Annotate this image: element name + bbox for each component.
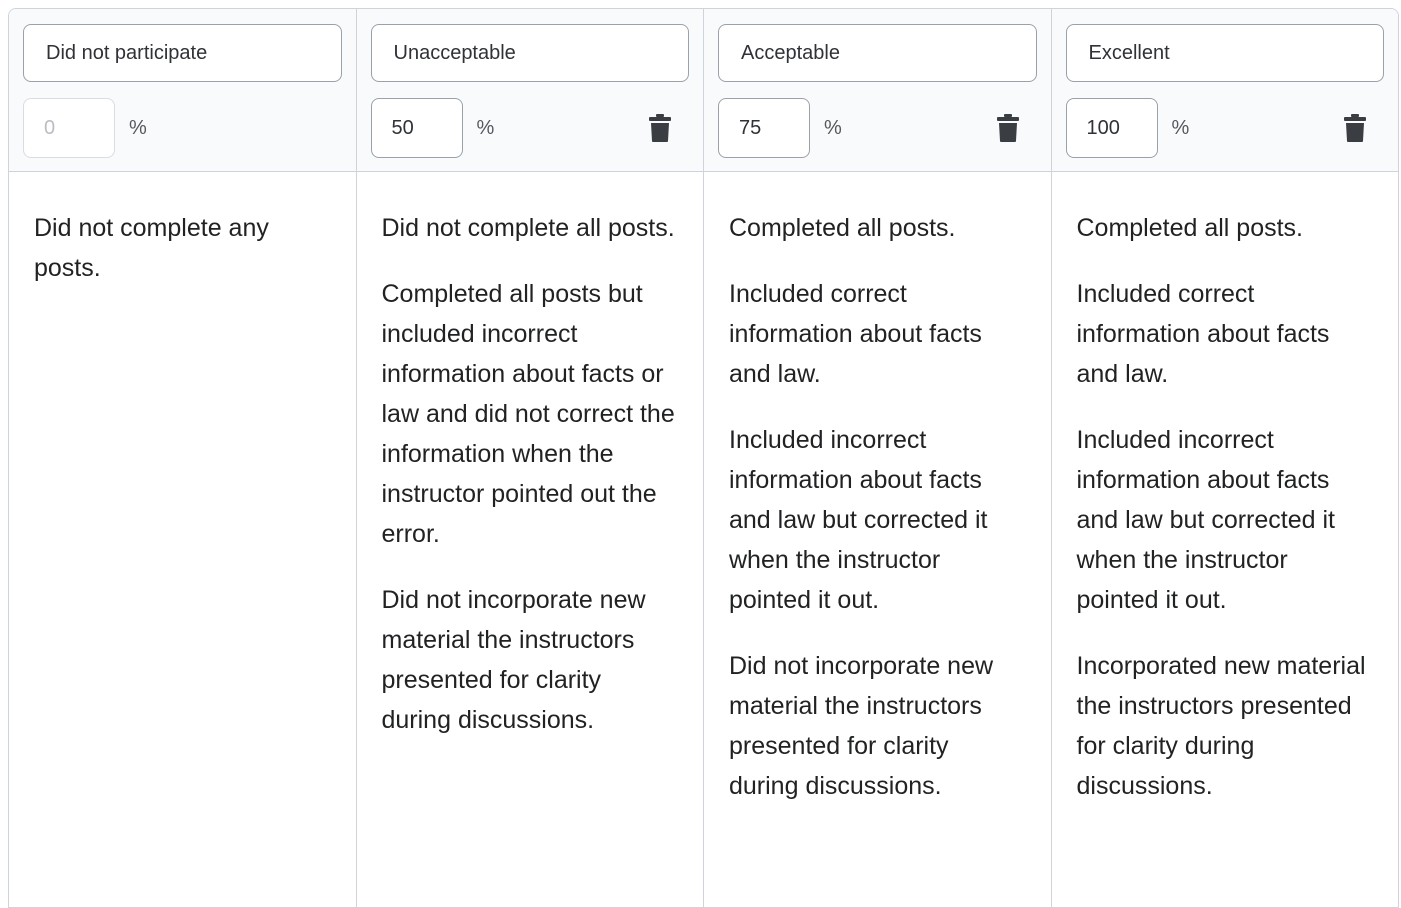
level-description[interactable]: Did not complete any posts. — [9, 172, 356, 907]
level-percent-input[interactable] — [370, 98, 463, 158]
level-header: % — [1051, 9, 1398, 172]
level-header: % — [9, 9, 356, 172]
level-header: % — [704, 9, 1051, 172]
level-description[interactable]: Completed all posts. Included correct in… — [1052, 172, 1399, 907]
percent-sign: % — [1171, 116, 1190, 139]
description-paragraph: Completed all posts. — [1076, 214, 1304, 242]
level-name-input[interactable] — [718, 24, 1037, 82]
rubric-levels-table: % Did not complete any posts. % — [8, 8, 1399, 908]
level-percent-input — [23, 98, 115, 158]
level-percent-input[interactable] — [1065, 98, 1158, 158]
level-points-row: % — [1065, 98, 1385, 158]
percent-sign: % — [824, 116, 842, 139]
level-points-row: % — [23, 98, 342, 158]
description-paragraph: Completed all posts but included incorre… — [381, 280, 675, 548]
level-name-input[interactable] — [370, 24, 689, 82]
level-header: % — [356, 9, 703, 172]
trash-icon[interactable] — [996, 114, 1019, 142]
description-paragraph: Completed all posts. — [729, 214, 956, 242]
level-column-acceptable: % Completed all posts. Included correct … — [704, 9, 1052, 907]
level-percent-input[interactable] — [718, 98, 810, 158]
description-paragraph: Did not complete any posts. — [34, 214, 269, 282]
description-paragraph: Did not incorporate new material the ins… — [381, 586, 646, 734]
level-description[interactable]: Did not complete all posts. Completed al… — [357, 172, 704, 907]
description-paragraph: Did not complete all posts. — [381, 214, 675, 242]
level-column-unacceptable: % Did not complete all posts. Completed … — [356, 9, 704, 907]
description-paragraph: Incorporated new material the instructor… — [1076, 652, 1366, 800]
description-paragraph: Included correct information about facts… — [729, 280, 982, 388]
trash-icon[interactable] — [649, 114, 671, 142]
description-paragraph: Included incorrect information about fac… — [1076, 426, 1335, 614]
level-points-row: % — [718, 98, 1037, 158]
level-description[interactable]: Completed all posts. Included correct in… — [704, 172, 1051, 907]
level-column-excellent: % Completed all posts. Included correct … — [1051, 9, 1399, 907]
level-points-row: % — [370, 98, 690, 158]
level-column-did-not-participate: % Did not complete any posts. — [9, 9, 357, 907]
trash-icon[interactable] — [1344, 114, 1366, 142]
description-paragraph: Included incorrect information about fac… — [729, 426, 988, 614]
level-name-input[interactable] — [1065, 24, 1384, 82]
description-paragraph: Did not incorporate new material the ins… — [729, 652, 994, 800]
percent-sign: % — [129, 116, 147, 139]
level-name-input[interactable] — [23, 24, 342, 82]
description-paragraph: Included correct information about facts… — [1076, 280, 1330, 388]
percent-sign: % — [476, 116, 495, 139]
